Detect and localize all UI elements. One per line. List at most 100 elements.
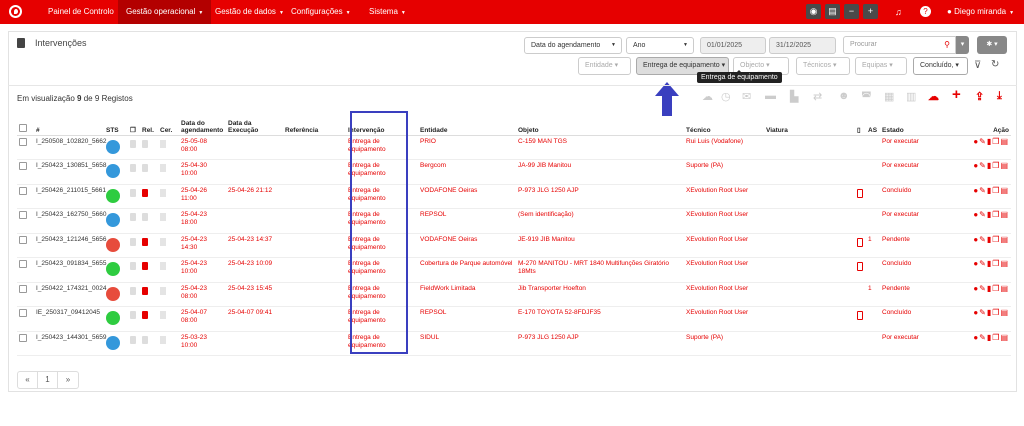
table-row[interactable]: I_250423_144301_5659 25-03-23 10:00 Entreg… xyxy=(17,331,1011,356)
print-icon[interactable]: ▤ xyxy=(1000,235,1009,244)
table-row[interactable]: I_250423_130851_5658 25-04-30 10:00 Entreg… xyxy=(17,159,1011,185)
col-objeto[interactable]: Objeto xyxy=(516,112,684,136)
report-pdf-icon[interactable] xyxy=(142,262,148,270)
users-icon[interactable]: ☻ xyxy=(838,90,850,102)
prev-page-button[interactable]: « xyxy=(18,372,38,388)
car-icon[interactable]: ◚ xyxy=(861,90,872,103)
cloud-add-icon[interactable]: ☁ xyxy=(928,90,939,103)
copy-icon[interactable] xyxy=(130,213,136,221)
row-id[interactable]: I_250423_130851_5658 xyxy=(34,159,107,185)
row-id[interactable]: I_250422_174321_0024 xyxy=(34,282,107,307)
add-icon[interactable]: + xyxy=(952,86,961,103)
col-tecnico[interactable]: Técnico xyxy=(684,112,764,136)
row-checkbox[interactable] xyxy=(19,309,27,317)
col-num[interactable]: # xyxy=(34,112,104,136)
col-estado[interactable]: Estado xyxy=(880,112,923,136)
clock-icon[interactable]: ◷ xyxy=(721,90,731,103)
edit-icon[interactable]: ✎ xyxy=(979,259,987,268)
minus-icon[interactable]: − xyxy=(844,4,859,19)
date-from-input[interactable]: 01/01/2025 xyxy=(700,37,766,54)
page-1-button[interactable]: 1 xyxy=(38,372,58,388)
edit-icon[interactable]: ✎ xyxy=(979,161,987,170)
print-icon[interactable]: ▤ xyxy=(1000,210,1009,219)
copy-icon[interactable] xyxy=(130,335,136,344)
col-viatura[interactable]: Viatura xyxy=(764,112,855,136)
tecnicos-select[interactable]: Técnicos ▾ xyxy=(796,57,850,75)
col-agendamento[interactable]: Data do agendamento xyxy=(179,112,226,136)
download-icon[interactable]: ⤓ xyxy=(997,90,1002,103)
entidade-select[interactable]: Entidade ▾ xyxy=(578,57,631,75)
row-checkbox[interactable] xyxy=(19,333,27,342)
row-checkbox[interactable] xyxy=(19,137,27,146)
copy-icon[interactable] xyxy=(130,286,136,295)
report-pdf-icon[interactable] xyxy=(142,188,148,197)
table-row[interactable]: I_250422_174321_0024 25-04-23 08:00 25-04-… xyxy=(17,282,1011,307)
table-row[interactable]: I_250508_102820_5662 25-05-08 08:00 Entreg… xyxy=(17,135,1011,160)
nav-gestao-dados[interactable]: Gestão de dados ▼ xyxy=(207,0,292,24)
copy-icon[interactable] xyxy=(130,188,136,197)
edit-icon[interactable]: ✎ xyxy=(979,137,987,146)
nav-configuracoes[interactable]: Configurações ▼ xyxy=(283,0,359,24)
nav-sistema[interactable]: Sistema ▼ xyxy=(361,0,414,24)
copy-icon[interactable] xyxy=(130,262,136,270)
row-checkbox[interactable] xyxy=(19,235,27,244)
trash-icon[interactable]: ▥ xyxy=(906,90,916,103)
row-checkbox[interactable] xyxy=(19,284,27,293)
table-row[interactable]: I_250423_162750_5660 25-04-23 18:00 Entreg… xyxy=(17,208,1011,234)
estado-select[interactable]: Concluído, ▾ xyxy=(913,57,968,75)
row-id[interactable]: I_250423_144301_5659 xyxy=(34,331,107,356)
cloud-download-icon[interactable]: ☁ xyxy=(702,90,713,103)
table-row[interactable]: I_250423_121246_5656 25-04-23 14:30 25-04-… xyxy=(17,233,1011,258)
row-id[interactable]: IE_250317_09412045 xyxy=(34,306,104,332)
col-as[interactable]: AS xyxy=(866,112,880,136)
copy-icon[interactable] xyxy=(130,311,136,319)
edit-icon[interactable]: ✎ xyxy=(979,284,987,293)
row-id[interactable]: I_250508_102820_5662 xyxy=(34,135,107,160)
report-pdf-icon[interactable] xyxy=(142,286,148,295)
col-cer[interactable]: Cer. xyxy=(158,112,179,136)
plus-icon[interactable]: + xyxy=(863,4,878,19)
edit-icon[interactable]: ✎ xyxy=(979,235,987,244)
refresh-icon[interactable]: ↻ xyxy=(991,59,999,70)
chat-icon[interactable]: ◉ xyxy=(806,4,821,19)
col-execucao[interactable]: Data da Execução xyxy=(226,112,283,136)
filter-clear-icon[interactable]: ⊽ xyxy=(974,60,981,71)
equipas-select[interactable]: Equipas ▾ xyxy=(855,57,907,75)
row-checkbox[interactable] xyxy=(19,186,27,195)
report-pdf-icon[interactable] xyxy=(142,213,148,221)
period-select[interactable]: Ano ▼ xyxy=(626,37,694,54)
row-id[interactable]: I_250423_121246_5656 xyxy=(34,233,107,258)
row-id[interactable]: I_250423_091834_5655 xyxy=(34,257,107,283)
report-pdf-icon[interactable] xyxy=(142,164,148,172)
next-page-button[interactable]: » xyxy=(58,372,78,388)
table-row[interactable]: I_250423_091834_5655 25-04-23 10:00 25-04-… xyxy=(17,257,1011,283)
card-icon[interactable]: ▬ xyxy=(765,90,776,102)
nav-gestao-operacional[interactable]: Gestão operacional ▼ xyxy=(118,0,212,24)
date-type-select[interactable]: Data do agendamento ▼ xyxy=(524,37,622,54)
report-pdf-icon[interactable] xyxy=(142,311,148,319)
user-menu[interactable]: ● Diego miranda ▼ xyxy=(947,0,1014,24)
row-checkbox[interactable] xyxy=(19,162,27,170)
search-input[interactable]: Procurar ⚲ xyxy=(843,36,956,54)
copy-icon[interactable] xyxy=(130,164,136,172)
id-card-icon[interactable]: ▤ xyxy=(825,4,840,19)
print-icon[interactable]: ▤ xyxy=(1000,186,1009,195)
bell-icon[interactable]: ♫ xyxy=(895,6,902,18)
row-id[interactable]: I_250423_162750_5660 xyxy=(34,208,107,234)
edit-icon[interactable]: ✎ xyxy=(979,333,987,342)
table-row[interactable]: I_250426_211015_5661 25-04-26 11:00 25-04-… xyxy=(17,184,1011,209)
help-icon[interactable]: ? xyxy=(920,6,931,17)
vodafone-logo-icon[interactable] xyxy=(9,5,22,18)
print-icon[interactable]: ▤ xyxy=(1000,308,1009,317)
upload-icon[interactable]: ⇪ xyxy=(975,90,984,103)
print-icon[interactable]: ▤ xyxy=(1000,137,1009,146)
print-icon[interactable]: ▤ xyxy=(1000,284,1009,293)
table-row[interactable]: IE_250317_09412045 25-04-07 08:00 25-04-07… xyxy=(17,306,1011,332)
edit-icon[interactable]: ✎ xyxy=(979,210,987,219)
row-checkbox[interactable] xyxy=(19,260,27,268)
edit-icon[interactable]: ✎ xyxy=(979,308,987,317)
print-icon[interactable]: ▤ xyxy=(1000,333,1009,342)
search-dropdown-button[interactable]: ▾ xyxy=(956,36,969,54)
edit-icon[interactable]: ✎ xyxy=(979,186,987,195)
col-entidade[interactable]: Entidade xyxy=(418,112,516,136)
